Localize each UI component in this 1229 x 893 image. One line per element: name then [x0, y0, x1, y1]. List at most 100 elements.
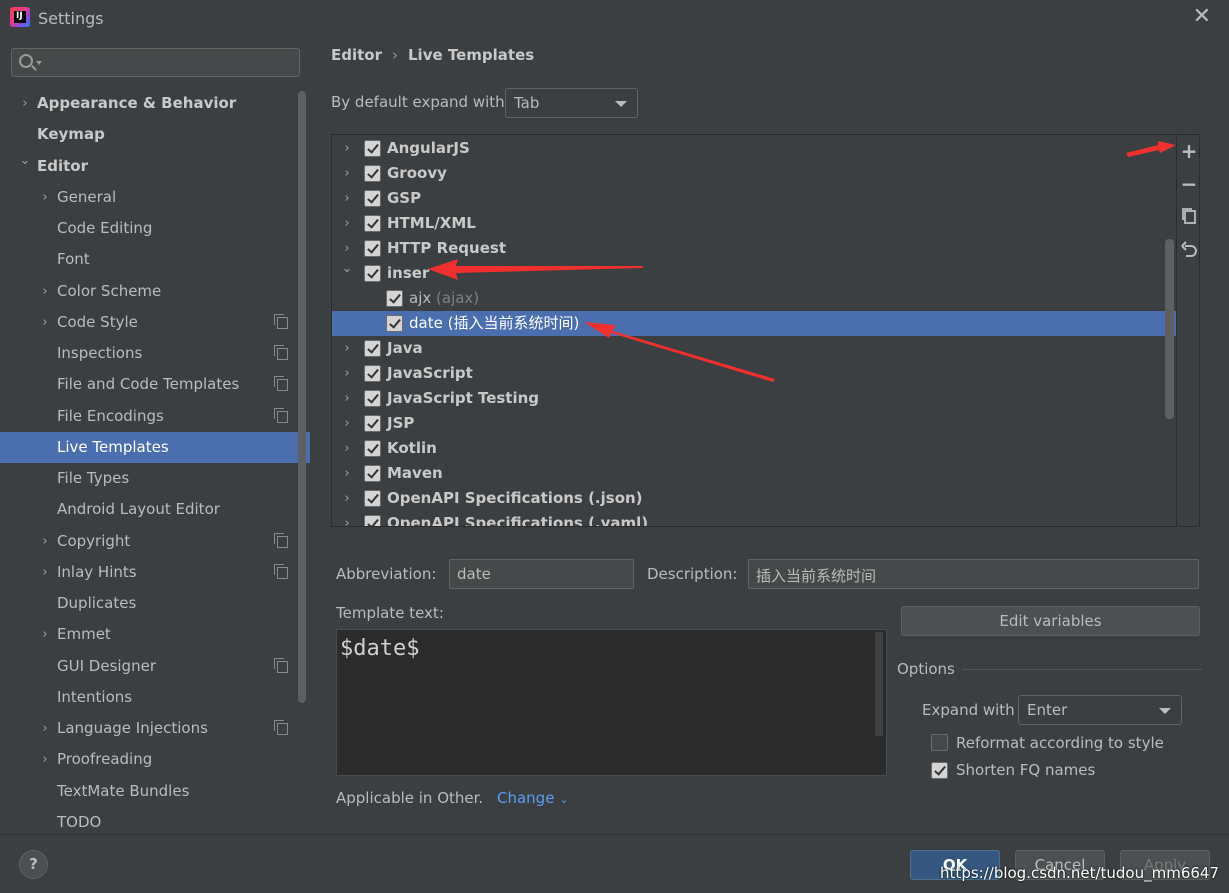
- template-group-row[interactable]: › HTML/XML: [332, 211, 1176, 236]
- edit-variables-button[interactable]: Edit variables: [901, 606, 1200, 636]
- description-field[interactable]: 插入当前系统时间: [748, 559, 1199, 589]
- template-checkbox[interactable]: [364, 465, 381, 482]
- template-checkbox[interactable]: [364, 390, 381, 407]
- sidebar-item-label: Inspections: [57, 344, 143, 362]
- breadcrumb-parent[interactable]: Editor: [331, 46, 382, 64]
- template-group-row[interactable]: › Kotlin: [332, 436, 1176, 461]
- template-checkbox[interactable]: [364, 240, 381, 257]
- chevron-right-icon[interactable]: ›: [38, 713, 52, 744]
- chevron-right-icon[interactable]: ›: [38, 557, 52, 588]
- template-group-row[interactable]: ⌄ inser: [332, 261, 1176, 286]
- template-checkbox[interactable]: [364, 190, 381, 207]
- sidebar-item[interactable]: › Emmet: [0, 619, 310, 650]
- chevron-right-icon[interactable]: ›: [341, 186, 353, 211]
- sidebar-item[interactable]: File Types: [0, 463, 310, 494]
- chevron-right-icon[interactable]: ›: [341, 236, 353, 261]
- reformat-checkbox[interactable]: [931, 734, 948, 751]
- chevron-right-icon[interactable]: ›: [38, 307, 52, 338]
- chevron-right-icon[interactable]: ›: [38, 744, 52, 775]
- sidebar-item[interactable]: › Inlay Hints: [0, 557, 310, 588]
- sidebar-item[interactable]: › Code Style: [0, 307, 310, 338]
- chevron-right-icon[interactable]: ›: [341, 361, 353, 386]
- expand-with-select[interactable]: Enter: [1018, 695, 1182, 725]
- sidebar-item[interactable]: Inspections: [0, 338, 310, 369]
- chevron-right-icon[interactable]: ›: [38, 526, 52, 557]
- sidebar-item[interactable]: Font: [0, 244, 310, 275]
- template-checkbox[interactable]: [364, 440, 381, 457]
- template-checkbox[interactable]: [364, 515, 381, 526]
- template-group-row[interactable]: › JSP: [332, 411, 1176, 436]
- sidebar-item[interactable]: Keymap: [0, 119, 310, 150]
- chevron-right-icon[interactable]: ›: [341, 386, 353, 411]
- template-group-row[interactable]: › Java: [332, 336, 1176, 361]
- chevron-right-icon[interactable]: ›: [341, 411, 353, 436]
- template-checkbox[interactable]: [386, 315, 403, 332]
- chevron-right-icon[interactable]: ›: [341, 336, 353, 361]
- chevron-right-icon[interactable]: ›: [341, 511, 353, 526]
- abbreviation-field[interactable]: date: [449, 559, 634, 589]
- template-row[interactable]: date (插入当前系统时间): [332, 311, 1176, 336]
- search-input[interactable]: [11, 48, 300, 77]
- sidebar-item[interactable]: ⌄ Editor: [0, 151, 310, 182]
- expand-default-select[interactable]: Tab: [505, 88, 638, 118]
- sidebar-item[interactable]: › Copyright: [0, 526, 310, 557]
- template-row[interactable]: ajx (ajax): [332, 286, 1176, 311]
- sidebar-item[interactable]: File and Code Templates: [0, 369, 310, 400]
- sidebar-item[interactable]: Intentions: [0, 682, 310, 713]
- help-button[interactable]: ?: [19, 850, 48, 879]
- template-group-row[interactable]: › AngularJS: [332, 136, 1176, 161]
- sidebar-item[interactable]: GUI Designer: [0, 651, 310, 682]
- template-group-row[interactable]: › JavaScript: [332, 361, 1176, 386]
- chevron-right-icon[interactable]: ›: [341, 161, 353, 186]
- editor-scrollbar[interactable]: [875, 632, 883, 736]
- chevron-right-icon[interactable]: ›: [38, 182, 52, 213]
- sidebar-item[interactable]: › Language Injections: [0, 713, 310, 744]
- template-checkbox[interactable]: [364, 165, 381, 182]
- shorten-fq-checkbox[interactable]: [931, 762, 948, 779]
- template-group-row[interactable]: › JavaScript Testing: [332, 386, 1176, 411]
- template-text-editor[interactable]: $date$: [336, 629, 887, 776]
- chevron-down-icon[interactable]: ⌄: [18, 151, 32, 182]
- close-icon[interactable]: ✕: [1193, 6, 1211, 28]
- template-group-row[interactable]: › Maven: [332, 461, 1176, 486]
- template-group-row[interactable]: › HTTP Request: [332, 236, 1176, 261]
- template-group-row[interactable]: › Groovy: [332, 161, 1176, 186]
- template-group-row[interactable]: › GSP: [332, 186, 1176, 211]
- sidebar-item[interactable]: › Proofreading: [0, 744, 310, 775]
- sidebar-item[interactable]: › Color Scheme: [0, 276, 310, 307]
- template-group-row[interactable]: › OpenAPI Specifications (.json): [332, 486, 1176, 511]
- template-checkbox[interactable]: [364, 340, 381, 357]
- sidebar-scrollbar[interactable]: [298, 91, 306, 703]
- sidebar-item[interactable]: Code Editing: [0, 213, 310, 244]
- copy-icon[interactable]: [1180, 207, 1198, 225]
- chevron-right-icon[interactable]: ›: [38, 619, 52, 650]
- sidebar-item[interactable]: File Encodings: [0, 401, 310, 432]
- sidebar-item[interactable]: Live Templates: [0, 431, 310, 463]
- template-checkbox[interactable]: [364, 365, 381, 382]
- sidebar-item[interactable]: Duplicates: [0, 588, 310, 619]
- chevron-right-icon[interactable]: ›: [341, 461, 353, 486]
- remove-icon[interactable]: −: [1180, 174, 1198, 194]
- sidebar-item[interactable]: TextMate Bundles: [0, 776, 310, 807]
- template-checkbox[interactable]: [364, 490, 381, 507]
- sidebar-item[interactable]: Android Layout Editor: [0, 494, 310, 525]
- template-checkbox[interactable]: [364, 215, 381, 232]
- chevron-down-icon[interactable]: ⌄: [341, 261, 353, 276]
- undo-icon[interactable]: [1180, 240, 1198, 258]
- chevron-right-icon[interactable]: ›: [341, 436, 353, 461]
- chevron-right-icon[interactable]: ›: [18, 88, 32, 119]
- sidebar-item[interactable]: › General: [0, 182, 310, 213]
- add-icon[interactable]: +: [1180, 141, 1198, 161]
- template-checkbox[interactable]: [364, 140, 381, 157]
- template-checkbox[interactable]: [364, 265, 381, 282]
- template-checkbox[interactable]: [364, 415, 381, 432]
- chevron-right-icon[interactable]: ›: [38, 276, 52, 307]
- sidebar-item[interactable]: › Appearance & Behavior: [0, 88, 310, 119]
- chevron-right-icon[interactable]: ›: [341, 486, 353, 511]
- templates-scrollbar[interactable]: [1165, 239, 1174, 419]
- template-group-row[interactable]: › OpenAPI Specifications (.yaml): [332, 511, 1176, 526]
- template-checkbox[interactable]: [386, 290, 403, 307]
- change-link[interactable]: Change ⌄: [497, 789, 568, 807]
- chevron-right-icon[interactable]: ›: [341, 211, 353, 236]
- chevron-right-icon[interactable]: ›: [341, 136, 353, 161]
